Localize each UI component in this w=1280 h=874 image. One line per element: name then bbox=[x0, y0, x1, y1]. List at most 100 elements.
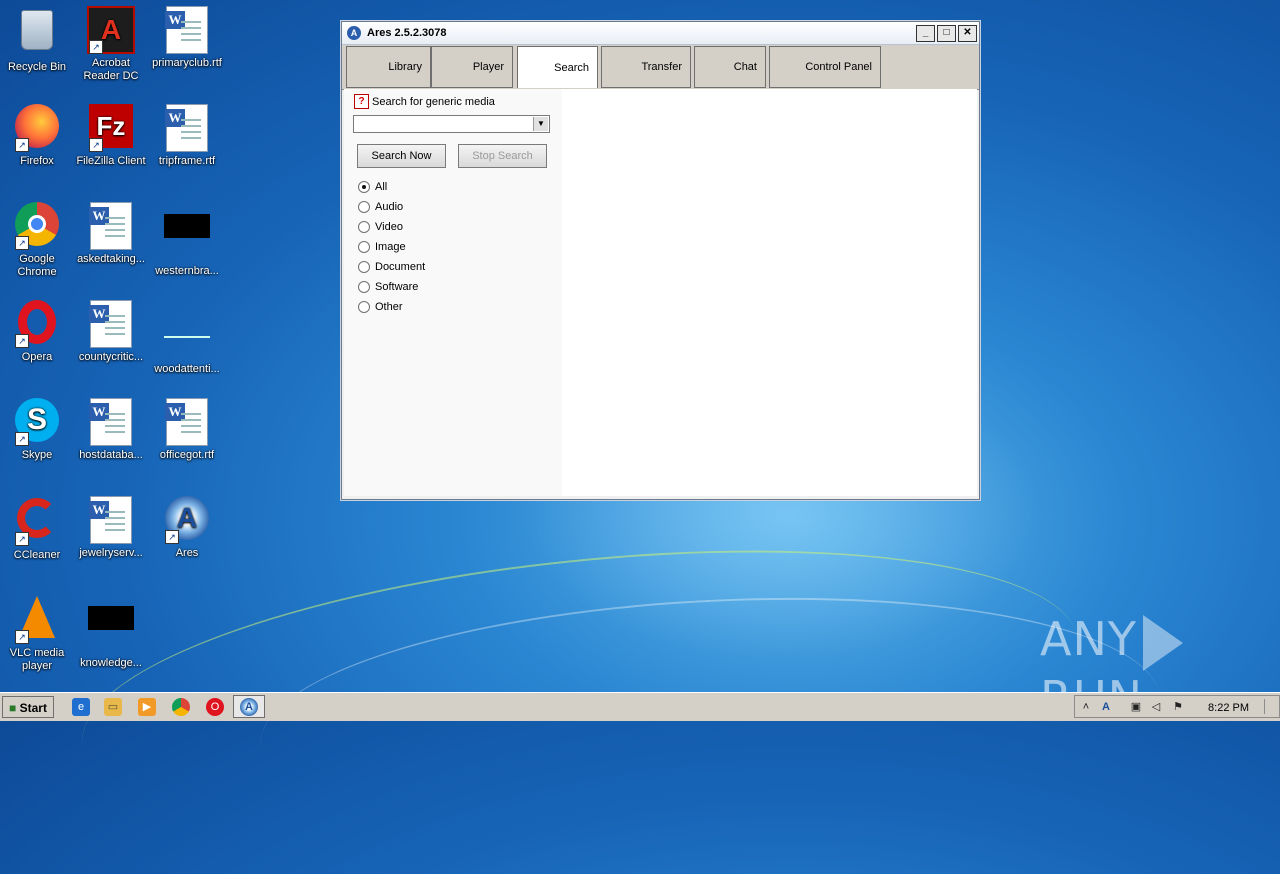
tab-search[interactable]: Search bbox=[517, 46, 598, 88]
tab-control-panel[interactable]: Control Panel bbox=[769, 46, 881, 88]
play-logo-icon bbox=[1142, 614, 1183, 671]
radio-label: All bbox=[375, 181, 388, 193]
desktop-icon-askedtaking[interactable]: W askedtaking... bbox=[74, 202, 148, 266]
word-document-icon: W bbox=[87, 398, 135, 446]
desktop-icon-knowledge[interactable]: knowledge... bbox=[74, 594, 148, 670]
firefox-icon: ↗ bbox=[13, 104, 61, 152]
close-icon[interactable]: ✕ bbox=[958, 24, 977, 42]
desktop-icon-label: Google Chrome bbox=[17, 253, 57, 278]
chrome-icon: ↗ bbox=[13, 202, 61, 250]
desktop-icon-label: woodattenti... bbox=[154, 363, 220, 375]
tab-transfer[interactable]: Transfer bbox=[601, 46, 691, 88]
desktop-icon-label: tripframe.rtf bbox=[158, 155, 216, 167]
opera-icon: ↗ bbox=[13, 300, 61, 348]
desktop-icon-ares[interactable]: A ↗ Ares bbox=[150, 496, 224, 560]
radio-label: Image bbox=[375, 241, 406, 253]
recycle-bin-icon bbox=[13, 10, 61, 58]
desktop-icon-opera[interactable]: ↗ Opera bbox=[0, 300, 74, 364]
radio-button[interactable] bbox=[358, 241, 370, 253]
acrobat-icon: A ↗ bbox=[87, 6, 135, 54]
tab-label: Search bbox=[554, 61, 589, 74]
desktop-icon-label: officegot.rtf bbox=[159, 449, 215, 461]
chevron-up-icon[interactable]: ˄ bbox=[1079, 700, 1093, 714]
vlc-icon: ↗ bbox=[13, 596, 61, 644]
desktop-icon-ccleaner[interactable]: ↗ CCleaner bbox=[0, 496, 74, 562]
tab-label: Chat bbox=[733, 61, 757, 73]
volume-icon[interactable]: ◁ bbox=[1149, 700, 1163, 714]
main-tab-bar: Library Player Search Transfer Chat Cont… bbox=[342, 45, 979, 90]
media-type-software[interactable]: Software bbox=[358, 281, 418, 293]
desktop-icon-label: Acrobat Reader DC bbox=[83, 57, 139, 82]
flag-icon[interactable]: ⚑ bbox=[1171, 700, 1185, 714]
media-type-document[interactable]: Document bbox=[358, 261, 425, 273]
word-document-icon: W bbox=[163, 6, 211, 54]
radio-button[interactable] bbox=[358, 181, 370, 193]
file-thumbnail-icon bbox=[163, 312, 211, 360]
desktop-icon-label: Recycle Bin bbox=[7, 61, 67, 73]
radio-label: Software bbox=[375, 281, 419, 293]
taskbar-clock[interactable]: 8:22 PM bbox=[1208, 702, 1249, 714]
ares-icon: A bbox=[240, 698, 258, 716]
media-type-video[interactable]: Video bbox=[358, 221, 403, 233]
internet-explorer-icon[interactable]: e bbox=[72, 698, 90, 716]
search-now-button[interactable]: Search Now bbox=[357, 144, 446, 168]
taskbar-ares-button[interactable]: A bbox=[233, 695, 265, 718]
tab-player[interactable]: Player bbox=[431, 46, 513, 88]
desktop-icon-label: hostdataba... bbox=[79, 449, 143, 461]
desktop-icon-vlc[interactable]: ↗ VLC media player bbox=[0, 594, 74, 673]
desktop-icon-label: westernbra... bbox=[155, 265, 219, 277]
desktop-icon-westernbra[interactable]: westernbra... bbox=[150, 202, 224, 278]
tab-label: Player bbox=[472, 61, 504, 73]
desktop-icon-woodattenti[interactable]: woodattenti... bbox=[150, 300, 224, 376]
radio-button[interactable] bbox=[358, 261, 370, 273]
window-titlebar[interactable]: A Ares 2.5.2.3078 _ □ ✕ bbox=[342, 22, 979, 45]
radio-button[interactable] bbox=[358, 281, 370, 293]
desktop-icon-label: FileZilla Client bbox=[76, 155, 146, 167]
media-type-other[interactable]: Other bbox=[358, 301, 403, 313]
search-combo-input[interactable]: ▼ bbox=[353, 115, 550, 133]
radio-button[interactable] bbox=[358, 201, 370, 213]
stop-search-button[interactable]: Stop Search bbox=[458, 144, 547, 168]
desktop-icon-countycritic[interactable]: W countycritic... bbox=[74, 300, 148, 364]
desktop-icon-jewelryserv[interactable]: W jewelryserv... bbox=[74, 496, 148, 560]
network-icon[interactable]: ▣ bbox=[1129, 700, 1143, 714]
filezilla-icon: Fz ↗ bbox=[87, 104, 135, 152]
opera-icon[interactable]: O bbox=[206, 698, 224, 716]
desktop-icon-firefox[interactable]: ↗ Firefox bbox=[0, 104, 74, 168]
help-icon[interactable]: ? bbox=[354, 94, 369, 109]
desktop-icon-officegot[interactable]: W officegot.rtf bbox=[150, 398, 224, 462]
desktop-icon-label: primaryclub.rtf bbox=[152, 57, 222, 69]
radio-button[interactable] bbox=[358, 301, 370, 313]
minimize-icon[interactable]: _ bbox=[916, 24, 935, 42]
tab-chat[interactable]: Chat bbox=[694, 46, 766, 88]
desktop-icon-chrome[interactable]: ↗ Google Chrome bbox=[0, 202, 74, 279]
media-player-icon[interactable]: ▶ bbox=[138, 698, 156, 716]
media-type-all[interactable]: All bbox=[358, 181, 387, 193]
show-desktop-button[interactable] bbox=[1264, 699, 1277, 714]
tab-library[interactable]: Library bbox=[346, 46, 431, 88]
chrome-icon[interactable] bbox=[172, 698, 190, 716]
desktop-icon-acrobat[interactable]: A ↗ Acrobat Reader DC bbox=[74, 6, 148, 83]
desktop-icon-hostdataba[interactable]: W hostdataba... bbox=[74, 398, 148, 462]
file-thumbnail-icon bbox=[87, 606, 135, 654]
media-type-audio[interactable]: Audio bbox=[358, 201, 403, 213]
ares-window[interactable]: A Ares 2.5.2.3078 _ □ ✕ Library Player S… bbox=[341, 21, 980, 500]
folder-icon[interactable]: ▭ bbox=[104, 698, 122, 716]
desktop-icon-label: countycritic... bbox=[78, 351, 144, 363]
desktop-icon-primaryclub[interactable]: W primaryclub.rtf bbox=[150, 6, 224, 70]
desktop-icon-filezilla[interactable]: Fz ↗ FileZilla Client bbox=[74, 104, 148, 168]
ares-tray-icon[interactable]: A bbox=[1099, 700, 1113, 714]
file-thumbnail-icon bbox=[163, 214, 211, 262]
start-button[interactable]: ■ Start bbox=[2, 696, 54, 718]
desktop-icon-skype[interactable]: S ↗ Skype bbox=[0, 398, 74, 462]
desktop-icon-tripframe[interactable]: W tripframe.rtf bbox=[150, 104, 224, 168]
radio-button[interactable] bbox=[358, 221, 370, 233]
desktop-icon-recycle-bin[interactable]: Recycle Bin bbox=[0, 6, 74, 74]
start-label: Start bbox=[19, 701, 47, 715]
media-type-image[interactable]: Image bbox=[358, 241, 406, 253]
word-document-icon: W bbox=[87, 202, 135, 250]
desktop-icon-label: CCleaner bbox=[13, 549, 61, 561]
search-options-panel: ? Search for generic media ▼ Search Now … bbox=[344, 89, 562, 496]
chevron-down-icon[interactable]: ▼ bbox=[533, 117, 548, 131]
maximize-icon[interactable]: □ bbox=[937, 24, 956, 42]
